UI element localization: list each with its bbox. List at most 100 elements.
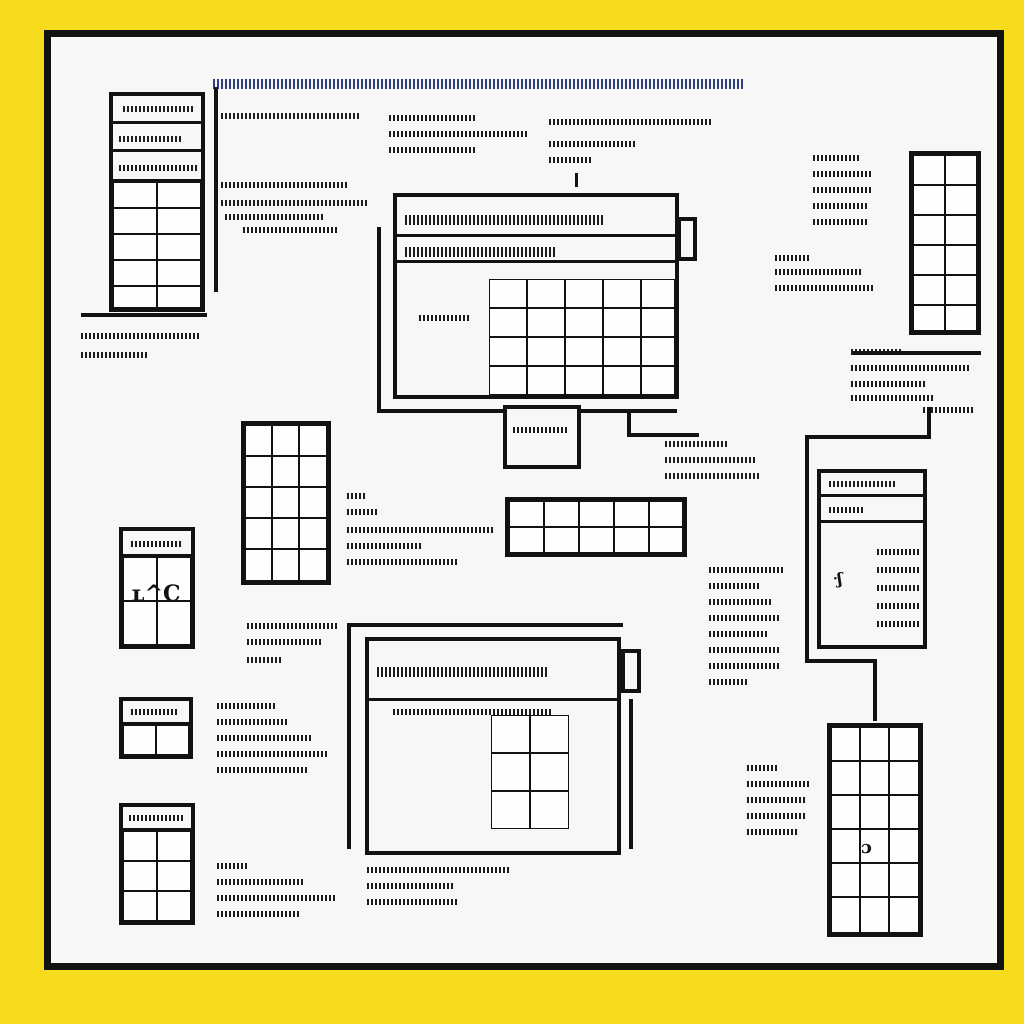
main-window-side-label [419,315,469,321]
table-subtitle-text [119,165,197,171]
label-scribble [709,679,749,685]
connector-right-mid-left [805,435,809,663]
label-scribble [747,813,805,819]
label-scribble [247,623,337,629]
connector-right-mid-up [927,407,931,439]
label-scribble [217,767,307,773]
bottom-window-outer-left [347,623,351,849]
label-scribble [851,381,925,387]
main-window-outer-left [377,227,381,413]
label-scribble [217,911,299,917]
label-scribble [81,352,147,358]
label-scribble [389,147,475,153]
bottom-window-title [377,667,547,677]
bottom-window-grid [491,715,569,829]
label-scribble [851,349,903,355]
right-window-title [829,481,895,487]
table-grid [123,831,191,921]
label-scribble [747,797,805,803]
label-scribble [347,543,421,549]
bottom-window-outer-top [347,623,623,627]
label-scribble [347,509,379,515]
label-scribble [347,493,367,499]
label-scribble [549,119,713,125]
connector-main-right-h [627,433,699,437]
label-scribble [775,285,873,291]
label-scribble [813,187,871,193]
label-scribble [389,131,527,137]
label-scribble [813,155,861,161]
table-title-text [119,136,181,142]
label-scribble [367,867,511,873]
table-box-top-right [909,151,981,335]
small-window-left-2 [119,697,193,759]
label-scribble [549,141,635,147]
label-scribble [217,751,329,757]
label-scribble [747,781,809,787]
small-window-title [131,541,183,547]
table-box-center-row [505,497,687,557]
table-grid [913,155,977,331]
connector-top-left-horizontal [81,313,207,317]
right-middle-window: ᐧʃ [817,469,927,649]
connector-top-left-vertical [214,87,218,292]
table-header-text [123,106,193,112]
label-scribble [247,657,283,663]
label-scribble [217,719,289,725]
label-scribble [389,115,475,121]
label-scribble [813,203,869,209]
tick-mark [575,173,578,187]
right-window-line [877,603,921,609]
label-scribble [665,441,729,447]
bottom-window-outer-right [629,699,633,849]
main-window-toolbar-text [405,247,555,257]
handwritten-mark: ɔ [861,837,872,858]
label-scribble [709,599,773,605]
right-window-subtitle [829,507,863,513]
handwritten-mark: ʟ^C [131,581,181,607]
handwritten-mark: ᐧʃ [833,569,843,588]
main-window-scroll-tab [677,217,697,261]
label-scribble [221,200,367,206]
connector-right-mid-top [805,435,931,439]
bottom-window [365,637,621,855]
label-scribble [851,365,971,371]
small-window-left-1: ʟ^C [119,527,195,649]
label-scribble [747,829,799,835]
label-scribble [347,559,459,565]
right-window-line [877,621,921,627]
label-scribble [775,255,811,261]
label-scribble [709,583,759,589]
table-box-top-left [109,92,205,312]
label-scribble [221,182,349,188]
table-box-middle-left [241,421,331,585]
label-scribble [709,615,779,621]
right-window-line [877,585,921,591]
connector-right-mid-down [873,659,877,721]
label-scribble [367,899,459,905]
small-window-left-3 [119,803,195,925]
label-scribble [549,157,593,163]
main-window-grid [489,279,675,395]
table-grid [509,501,683,553]
label-scribble [709,631,769,637]
label-scribble [217,863,249,869]
label-scribble [217,703,275,709]
top-scribble [213,79,743,89]
right-window-line [877,549,921,555]
label-scribble [217,895,337,901]
right-window-line [877,567,921,573]
label-scribble [225,214,325,220]
table-grid [123,725,189,755]
label-scribble [217,735,313,741]
diagram-board: ʟ^C ᐧʃ ɔ [44,30,1004,970]
label-scribble [709,567,785,573]
label-scribble [217,879,303,885]
main-window-base [503,405,581,469]
label-scribble [813,219,869,225]
bottom-window-scroll-tab [621,649,641,693]
main-window-title [405,215,605,225]
table-grid [831,727,919,933]
label-scribble [747,765,777,771]
label-scribble [221,113,361,119]
